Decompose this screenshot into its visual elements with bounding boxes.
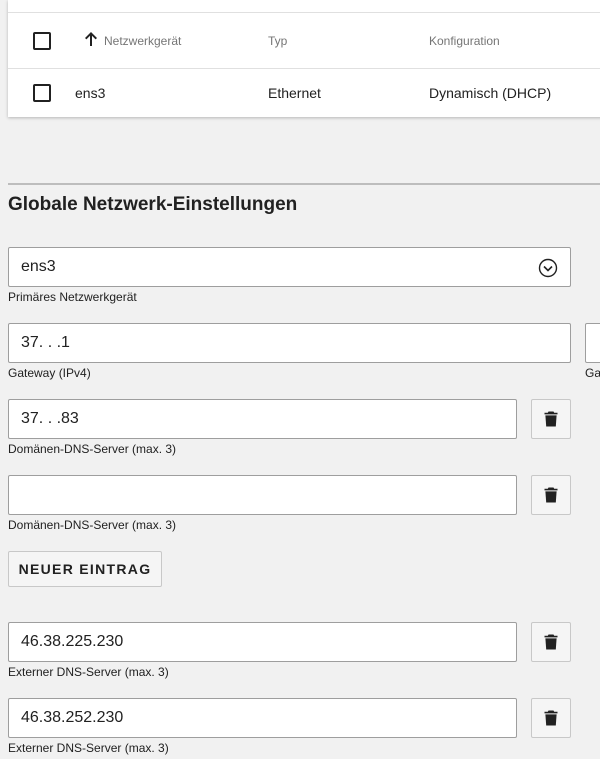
primary-device-select[interactable]: ens3 — [8, 247, 571, 287]
row-checkbox[interactable] — [33, 84, 51, 102]
column-header-device[interactable]: Netzwerkgerät — [104, 34, 181, 48]
domain-dns-value-1: 37. . .83 — [21, 410, 79, 427]
chevron-down-circle-icon[interactable] — [538, 258, 558, 278]
table-top-border — [8, 12, 600, 13]
row-divider — [8, 68, 600, 69]
primary-device-value: ens3 — [21, 258, 56, 275]
domain-dns-input-2[interactable] — [8, 475, 517, 515]
domain-dns-label-2: Domänen-DNS-Server (max. 3) — [8, 518, 177, 532]
sort-ascending-icon[interactable] — [82, 30, 100, 48]
gateway-ipv6-input[interactable] — [585, 323, 600, 363]
domain-dns-label-1: Domänen-DNS-Server (max. 3) — [8, 442, 177, 456]
external-dns-input-2[interactable]: 46.38.252.230 — [8, 698, 517, 738]
delete-domain-dns-button-2[interactable] — [531, 475, 571, 515]
select-all-checkbox[interactable] — [33, 32, 51, 50]
external-dns-input-1[interactable]: 46.38.225.230 — [8, 622, 517, 662]
network-devices-table: Netzwerkgerät Typ Konfiguration ens3 Eth… — [8, 0, 600, 117]
add-entry-button[interactable]: NEUER EINTRAG — [8, 551, 162, 587]
delete-domain-dns-button-1[interactable] — [531, 399, 571, 439]
trash-icon — [544, 487, 558, 503]
gateway-ipv4-value: 37. . .1 — [21, 334, 70, 351]
gateway-ipv4-input[interactable]: 37. . .1 — [8, 323, 571, 363]
trash-icon — [544, 710, 558, 726]
trash-icon — [544, 411, 558, 427]
external-dns-label-1: Externer DNS-Server (max. 3) — [8, 665, 169, 679]
domain-dns-input-1[interactable]: 37. . .83 — [8, 399, 517, 439]
external-dns-value-2: 46.38.252.230 — [21, 709, 124, 726]
table-cell-type: Ethernet — [268, 85, 321, 101]
primary-device-label: Primäres Netzwerkgerät — [8, 290, 137, 304]
table-cell-config: Dynamisch (DHCP) — [429, 85, 552, 101]
gateway-ipv4-label: Gateway (IPv4) — [8, 366, 91, 380]
trash-icon — [544, 634, 558, 650]
delete-external-dns-button-1[interactable] — [531, 622, 571, 662]
external-dns-value-1: 46.38.225.230 — [21, 633, 124, 650]
table-cell-device[interactable]: ens3 — [75, 85, 105, 101]
section-title: Globale Netzwerk-Einstellungen — [8, 194, 298, 215]
gateway-ipv6-label: Gat — [585, 366, 600, 380]
delete-external-dns-button-2[interactable] — [531, 698, 571, 738]
external-dns-label-2: Externer DNS-Server (max. 3) — [8, 741, 169, 755]
column-header-config[interactable]: Konfiguration — [429, 34, 500, 48]
column-header-type[interactable]: Typ — [268, 34, 287, 48]
section-divider — [8, 183, 600, 185]
